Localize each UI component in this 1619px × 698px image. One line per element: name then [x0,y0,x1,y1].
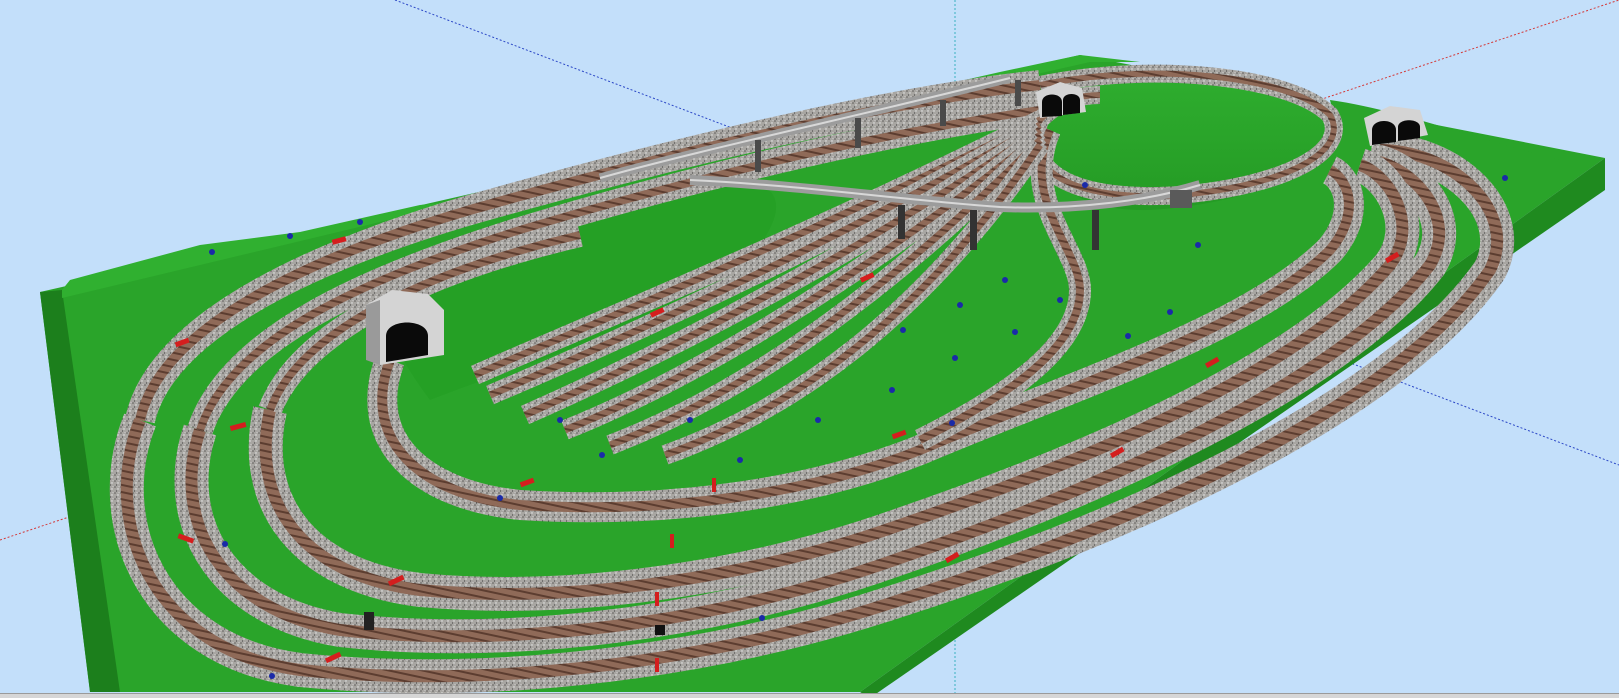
status-strip [0,693,1619,698]
scene-canvas[interactable] [0,0,1619,698]
layout-3d-viewport[interactable] [0,0,1619,698]
tunnel-portal-left[interactable] [366,290,444,365]
